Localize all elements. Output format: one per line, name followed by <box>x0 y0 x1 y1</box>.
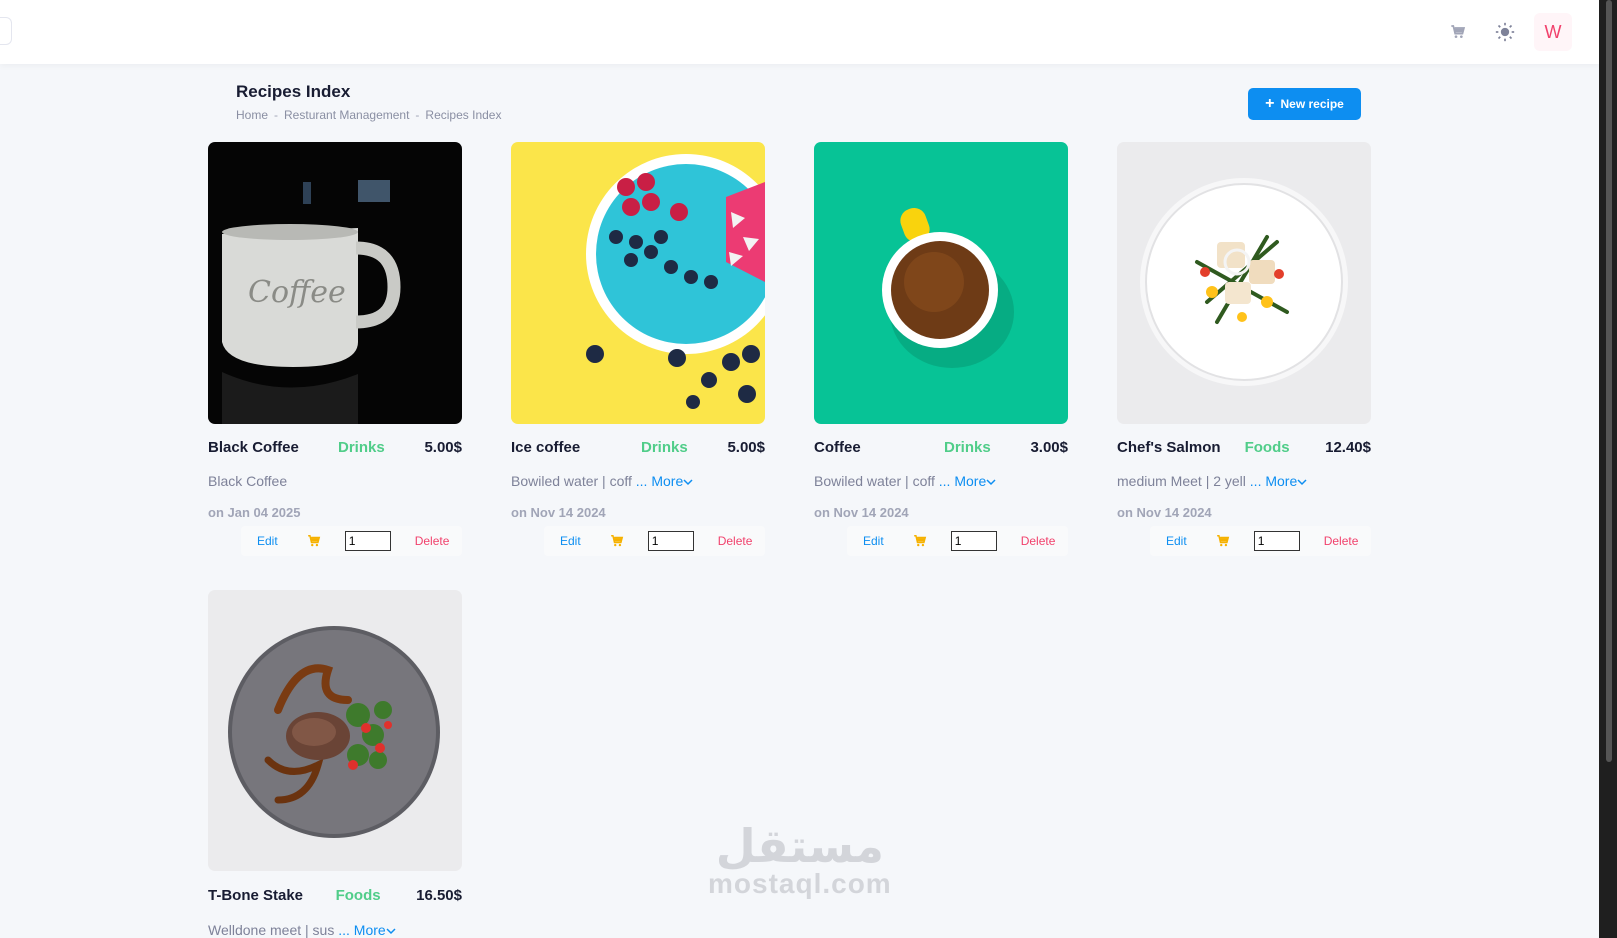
recipe-description: medium Meet | 2 yell ... More <box>1117 473 1307 489</box>
add-to-cart-icon[interactable] <box>610 534 624 548</box>
more-link[interactable]: ... More <box>636 473 693 489</box>
recipe-header: Black Coffee Drinks 5.00$ <box>208 439 462 456</box>
recipe-description: Bowiled water | coff ... More <box>814 473 996 489</box>
recipe-description: Bowiled water | coff ... More <box>511 473 693 489</box>
recipe-description: Black Coffee <box>208 473 287 489</box>
watermark-arabic: مستقل <box>715 820 884 872</box>
delete-button[interactable]: Delete <box>1021 534 1056 548</box>
description-text: Bowiled water | coff <box>511 473 632 489</box>
top-header: W <box>0 0 1599 64</box>
recipe-date: on Jan 04 2025 <box>208 505 301 520</box>
sidebar-toggle[interactable] <box>0 17 12 45</box>
recipe-price: 12.40$ <box>1325 439 1371 456</box>
recipe-header: Coffee Drinks 3.00$ <box>814 439 1068 456</box>
quantity-input[interactable] <box>950 531 997 551</box>
watermark: مستقل mostaql.com <box>708 822 892 898</box>
recipe-name[interactable]: T-Bone Stake <box>208 887 336 904</box>
recipe-card: Coffee Black Coffee Drinks 5.00$ Black C… <box>208 142 462 556</box>
recipe-image[interactable] <box>511 142 765 424</box>
recipe-category: Foods <box>335 887 381 904</box>
recipe-image[interactable] <box>814 142 1068 424</box>
edit-button[interactable]: Edit <box>560 534 581 548</box>
recipe-header: Ice coffee Drinks 5.00$ <box>511 439 765 456</box>
delete-button[interactable]: Delete <box>718 534 753 548</box>
recipe-actions: Edit Delete <box>1150 526 1371 556</box>
recipe-description: Welldone meet | sus ... More <box>208 922 396 938</box>
recipe-price: 5.00$ <box>424 439 462 456</box>
watermark-latin: mostaql.com <box>708 868 892 899</box>
add-to-cart-icon[interactable] <box>913 534 927 548</box>
recipe-price: 16.50$ <box>416 887 462 904</box>
user-avatar[interactable]: W <box>1534 13 1572 51</box>
more-link[interactable]: ... More <box>338 922 396 938</box>
recipe-actions: Edit Delete <box>544 526 765 556</box>
svg-text:Coffee: Coffee <box>248 275 346 310</box>
recipe-actions: Edit Delete <box>241 526 462 556</box>
description-text: medium Meet | 2 yell <box>1117 473 1246 489</box>
breadcrumb-separator: - <box>274 108 279 122</box>
recipe-date: on Nov 14 2024 <box>814 505 909 520</box>
recipe-header: Chef's Salmon Foods 12.40$ <box>1117 439 1371 456</box>
recipe-category: Drinks <box>338 439 385 456</box>
quantity-input[interactable] <box>1253 531 1300 551</box>
description-text: Bowiled water | coff <box>814 473 935 489</box>
recipe-price: 3.00$ <box>1030 439 1068 456</box>
breadcrumb-home[interactable]: Home <box>236 108 268 122</box>
recipe-category: Drinks <box>641 439 688 456</box>
description-text: Welldone meet | sus <box>208 922 335 938</box>
breadcrumb-current: Recipes Index <box>425 108 502 122</box>
edit-button[interactable]: Edit <box>257 534 278 548</box>
theme-sun-icon[interactable] <box>1489 16 1521 48</box>
breadcrumb-separator: - <box>415 108 420 122</box>
scrollbar-thumb[interactable] <box>1606 0 1612 762</box>
recipe-image[interactable] <box>208 590 462 871</box>
delete-button[interactable]: Delete <box>415 534 450 548</box>
edit-button[interactable]: Edit <box>1166 534 1187 548</box>
edit-button[interactable]: Edit <box>863 534 884 548</box>
recipe-date: on Nov 14 2024 <box>511 505 606 520</box>
add-to-cart-icon[interactable] <box>307 534 321 548</box>
recipe-name[interactable]: Chef's Salmon <box>1117 439 1245 456</box>
quantity-input[interactable] <box>344 531 391 551</box>
recipe-date: on Nov 14 2024 <box>1117 505 1212 520</box>
add-to-cart-icon[interactable] <box>1216 534 1230 548</box>
recipe-card: Coffee Drinks 3.00$ Bowiled water | coff… <box>814 142 1068 556</box>
page-title: Recipes Index <box>236 82 351 101</box>
recipe-card: T-Bone Stake Foods 16.50$ Welldone meet … <box>208 590 462 938</box>
delete-button[interactable]: Delete <box>1324 534 1359 548</box>
more-link[interactable]: ... More <box>939 473 996 489</box>
plus-icon: + <box>1265 95 1275 112</box>
recipe-price: 5.00$ <box>727 439 765 456</box>
new-recipe-label: New recipe <box>1280 97 1344 111</box>
breadcrumb: Home - Resturant Management - Recipes In… <box>236 108 501 122</box>
cart-icon[interactable] <box>1442 16 1474 48</box>
breadcrumb-management[interactable]: Resturant Management <box>284 108 409 122</box>
recipe-actions: Edit Delete <box>847 526 1068 556</box>
quantity-input[interactable] <box>647 531 694 551</box>
recipe-name[interactable]: Coffee <box>814 439 944 456</box>
recipe-category: Foods <box>1244 439 1290 456</box>
recipe-image[interactable] <box>1117 142 1371 424</box>
recipe-name[interactable]: Ice coffee <box>511 439 641 456</box>
more-link[interactable]: ... More <box>1250 473 1307 489</box>
new-recipe-button[interactable]: + New recipe <box>1248 88 1361 120</box>
recipe-name[interactable]: Black Coffee <box>208 439 338 456</box>
recipe-card: Chef's Salmon Foods 12.40$ medium Meet |… <box>1117 142 1371 556</box>
description-text: Black Coffee <box>208 473 288 489</box>
recipe-header: T-Bone Stake Foods 16.50$ <box>208 887 462 904</box>
recipe-card: Ice coffee Drinks 5.00$ Bowiled water | … <box>511 142 765 556</box>
recipe-image[interactable]: Coffee <box>208 142 462 424</box>
recipe-category: Drinks <box>944 439 991 456</box>
